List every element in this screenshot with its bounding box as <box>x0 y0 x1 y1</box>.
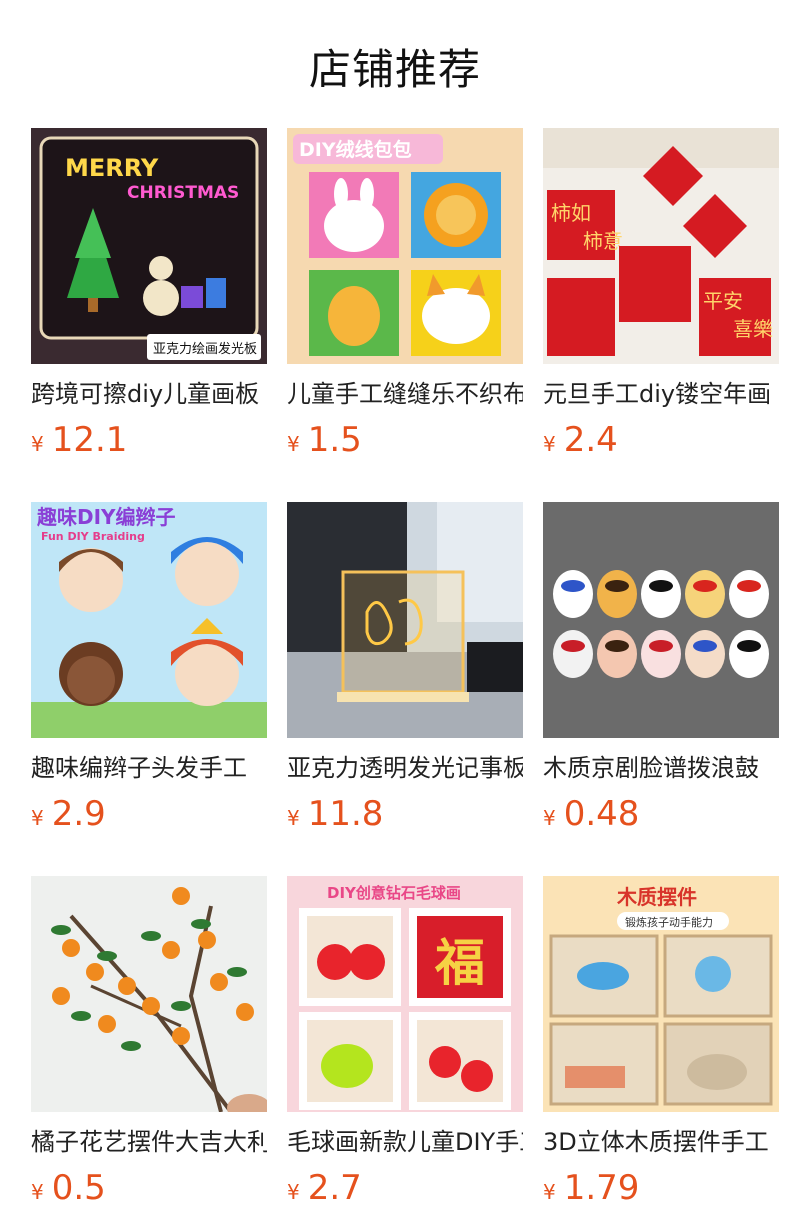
product-image-glowing-acrylic-note-board[interactable] <box>287 502 523 738</box>
price-amount: 2.9 <box>51 794 106 834</box>
page-title: 店铺推荐 <box>308 45 481 94</box>
image-text-caption: 亚克力绘画发光板 <box>153 341 257 357</box>
product-price: ¥ 12.1 <box>31 420 267 460</box>
product-price: ¥ 2.7 <box>287 1168 523 1208</box>
product-price: ¥ 11.8 <box>287 794 523 834</box>
image-text-title: 趣味DIY编辫子 <box>36 505 176 529</box>
product-name[interactable]: 橘子花艺摆件大吉大利 <box>31 1126 267 1158</box>
currency-symbol: ¥ <box>287 1180 300 1204</box>
product-image-acrylic-christmas-board[interactable]: MERRY CHRISTMAS 亚克力绘画发光板 <box>31 128 267 364</box>
product-image-braiding-dolls[interactable]: 趣味DIY编辫子 Fun DIY Braiding <box>31 502 267 738</box>
product-price: ¥ 1.5 <box>287 420 523 460</box>
product-image-wooden-3d-ornament[interactable]: 木质摆件 锻炼孩子动手能力 <box>543 876 779 1112</box>
product-card[interactable]: DIY绒线包包 儿童手工缝缝乐不织布 ¥ 1.5 <box>287 128 523 460</box>
image-text-couplet-right: 柿意 <box>583 229 623 253</box>
price-amount: 2.4 <box>563 420 618 460</box>
product-card[interactable]: 木质摆件 锻炼孩子动手能力 3D立体木质摆件手工 ¥ 1.79 <box>543 876 779 1208</box>
price-amount: 1.79 <box>563 1168 640 1208</box>
product-grid: MERRY CHRISTMAS 亚克力绘画发光板 跨境可擦diy儿童画板 ¥ 1… <box>31 128 790 1208</box>
image-text-fu: 福 <box>434 934 485 992</box>
price-amount: 11.8 <box>307 794 384 834</box>
product-image-felt-animal-bags[interactable]: DIY绒线包包 <box>287 128 523 364</box>
image-text-subtitle: 锻炼孩子动手能力 <box>625 915 713 929</box>
price-amount: 12.1 <box>51 420 128 460</box>
product-card[interactable]: 趣味DIY编辫子 Fun DIY Braiding 趣味编辫子头发手工 ¥ 2.… <box>31 502 267 834</box>
product-card[interactable]: MERRY CHRISTMAS 亚克力绘画发光板 跨境可擦diy儿童画板 ¥ 1… <box>31 128 267 460</box>
image-text-pingan: 平安 <box>703 289 743 313</box>
product-name[interactable]: 亚克力透明发光记事板 <box>287 752 523 784</box>
product-card[interactable]: 柿如 柿意 平安 喜樂 元旦手工diy镂空年画 ¥ 2.4 <box>543 128 779 460</box>
image-text-title: DIY绒线包包 <box>299 138 412 161</box>
product-image-pompom-painting-frames[interactable]: DIY创意钻石毛球画 福 <box>287 876 523 1112</box>
currency-symbol: ¥ <box>543 806 556 830</box>
currency-symbol: ¥ <box>287 432 300 456</box>
product-price: ¥ 2.9 <box>31 794 267 834</box>
product-price: ¥ 0.5 <box>31 1168 267 1208</box>
price-amount: 0.48 <box>563 794 640 834</box>
price-amount: 2.7 <box>307 1168 362 1208</box>
product-image-orange-branch-decor[interactable] <box>31 876 267 1112</box>
currency-symbol: ¥ <box>287 806 300 830</box>
price-amount: 0.5 <box>51 1168 106 1208</box>
image-text-title: DIY创意钻石毛球画 <box>327 884 461 902</box>
image-text-christmas: CHRISTMAS <box>127 183 239 203</box>
currency-symbol: ¥ <box>31 806 44 830</box>
image-text-title: 木质摆件 <box>616 885 697 909</box>
product-name[interactable]: 木质京剧脸谱拨浪鼓 <box>543 752 779 784</box>
product-price: ¥ 1.79 <box>543 1168 779 1208</box>
image-text-xile: 喜樂 <box>733 317 773 341</box>
product-name[interactable]: 毛球画新款儿童DIY手工 <box>287 1126 523 1158</box>
currency-symbol: ¥ <box>543 432 556 456</box>
price-amount: 1.5 <box>307 420 362 460</box>
image-text-couplet-left: 柿如 <box>551 201 591 225</box>
product-price: ¥ 0.48 <box>543 794 779 834</box>
product-name[interactable]: 元旦手工diy镂空年画 <box>543 378 779 410</box>
product-name[interactable]: 趣味编辫子头发手工 <box>31 752 267 784</box>
currency-symbol: ¥ <box>31 1180 44 1204</box>
image-text-subtitle: Fun DIY Braiding <box>41 530 145 543</box>
product-card[interactable]: DIY创意钻石毛球画 福 毛球画新款儿童DIY手工 ¥ 2.7 <box>287 876 523 1208</box>
product-image-peking-opera-masks[interactable] <box>543 502 779 738</box>
product-price: ¥ 2.4 <box>543 420 779 460</box>
product-card[interactable]: 木质京剧脸谱拨浪鼓 ¥ 0.48 <box>543 502 779 834</box>
currency-symbol: ¥ <box>543 1180 556 1204</box>
product-name[interactable]: 跨境可擦diy儿童画板 <box>31 378 267 410</box>
currency-symbol: ¥ <box>31 432 44 456</box>
product-card[interactable]: 橘子花艺摆件大吉大利 ¥ 0.5 <box>31 876 267 1208</box>
product-name[interactable]: 儿童手工缝缝乐不织布 <box>287 378 523 410</box>
image-text-merry: MERRY <box>65 154 159 182</box>
product-image-new-year-paper-cut[interactable]: 柿如 柿意 平安 喜樂 <box>543 128 779 364</box>
product-name[interactable]: 3D立体木质摆件手工 <box>543 1126 779 1158</box>
product-card[interactable]: 亚克力透明发光记事板 ¥ 11.8 <box>287 502 523 834</box>
